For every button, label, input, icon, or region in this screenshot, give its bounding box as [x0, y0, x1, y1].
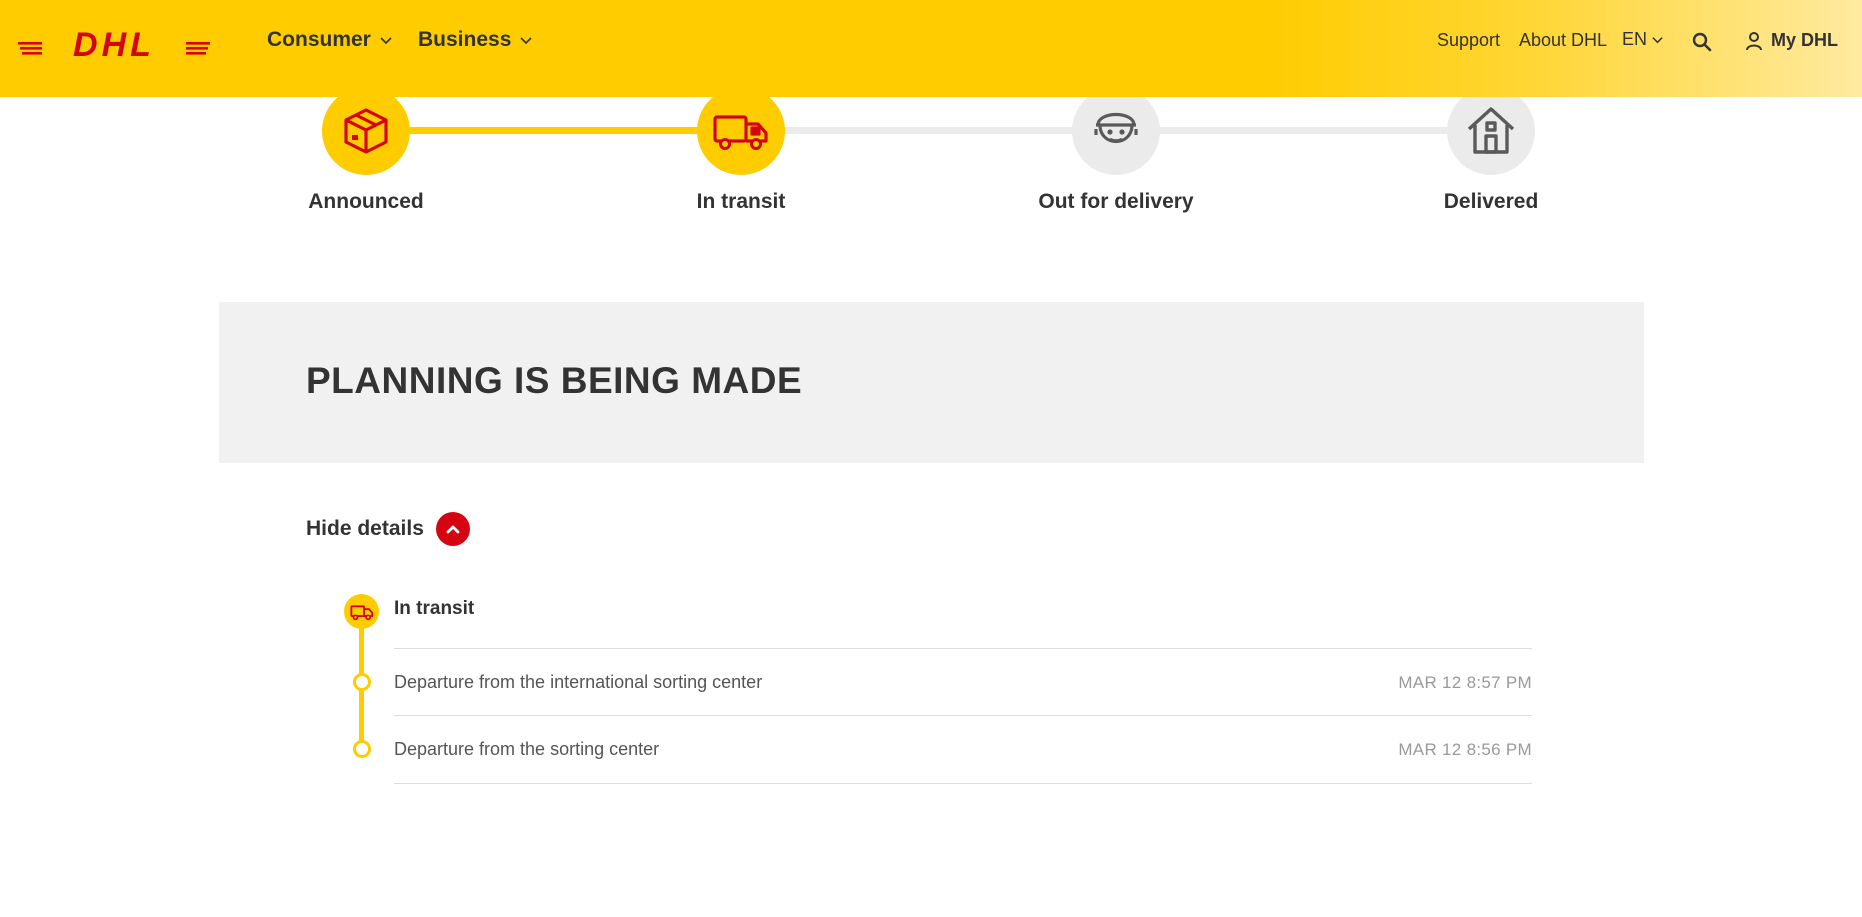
my-dhl-link[interactable]: My DHL	[1745, 30, 1838, 51]
search-icon[interactable]	[1692, 32, 1712, 52]
language-label: EN	[1622, 29, 1648, 49]
divider	[394, 648, 1532, 649]
divider	[394, 783, 1532, 784]
step-label: Out for delivery	[1038, 190, 1194, 213]
step-delivered	[1447, 87, 1535, 175]
svg-text:DHL: DHL	[73, 26, 155, 62]
site-header: DHL Consumer Business Support About DHL …	[0, 0, 1862, 97]
hide-details-label: Hide details	[306, 517, 424, 540]
about-dhl-label: About DHL	[1519, 30, 1608, 50]
support-link[interactable]: Support	[1437, 30, 1500, 51]
timeline-event-dot	[353, 740, 371, 758]
about-dhl-link[interactable]: About DHL	[1519, 30, 1607, 51]
step-out-for-delivery	[1072, 87, 1160, 175]
nav-consumer-label: Consumer	[267, 28, 371, 51]
progress-line-complete	[366, 127, 741, 134]
chevron-down-icon	[520, 37, 532, 45]
courier-icon	[1094, 112, 1138, 143]
truck-icon	[349, 604, 373, 620]
user-icon	[1746, 31, 1762, 50]
step-announced	[322, 87, 410, 175]
chevron-down-icon	[1652, 37, 1663, 44]
support-label: Support	[1437, 30, 1501, 50]
divider	[394, 715, 1532, 716]
timeline-event-time: MAR 12 8:57 PM	[1398, 673, 1532, 692]
language-selector[interactable]: EN	[1622, 29, 1664, 50]
step-label: Announced	[308, 190, 424, 213]
nav-business-label: Business	[418, 28, 512, 51]
step-label: In transit	[696, 190, 786, 213]
step-in-transit	[697, 87, 785, 175]
dhl-logo[interactable]: DHL	[18, 26, 210, 62]
collapse-button[interactable]	[435, 512, 470, 546]
chevron-up-icon	[446, 525, 460, 534]
hide-details-toggle[interactable]: Hide details	[306, 512, 470, 546]
nav-business[interactable]: Business	[418, 28, 533, 52]
timeline-event-time: MAR 12 8:56 PM	[1398, 740, 1532, 759]
my-dhl-label: My DHL	[1771, 30, 1838, 50]
timeline-event-description: Departure from the international sorting…	[394, 672, 763, 692]
chevron-down-icon	[380, 37, 392, 45]
timeline-group-marker	[344, 594, 379, 629]
timeline-event-dot	[353, 673, 371, 691]
step-label: Delivered	[1443, 190, 1539, 213]
truck-icon	[713, 115, 768, 150]
package-icon	[344, 108, 388, 154]
timeline-event-description: Departure from the sorting center	[394, 739, 660, 759]
nav-consumer[interactable]: Consumer	[267, 28, 393, 52]
status-title: PLANNING IS BEING MADE	[306, 360, 803, 401]
timeline-group-label: In transit	[394, 598, 475, 619]
house-icon	[1467, 107, 1515, 154]
status-panel: PLANNING IS BEING MADE	[219, 302, 1644, 463]
